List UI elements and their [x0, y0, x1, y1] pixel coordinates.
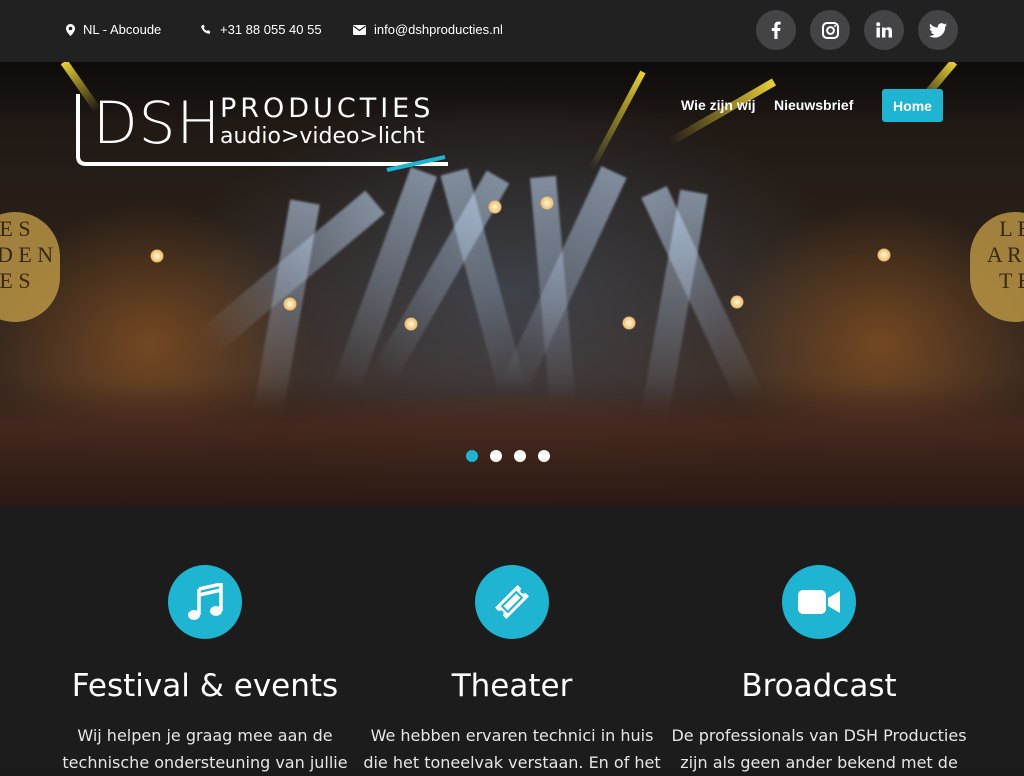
facebook-icon — [771, 21, 781, 39]
slider-dot-1[interactable] — [466, 450, 478, 462]
stage-lamp — [150, 249, 164, 263]
stage-banner-right: L E A R D T E — [970, 212, 1024, 322]
feature-title: Theater — [451, 668, 573, 704]
location-text: NL - Abcoude — [83, 22, 162, 37]
slider-dot-4[interactable] — [538, 450, 550, 462]
envelope-icon — [353, 24, 366, 35]
slider-dot-3[interactable] — [514, 450, 526, 462]
banner-text: E S — [0, 268, 31, 293]
nav-wie-zijn-wij[interactable]: Wie zijn wij — [681, 97, 756, 113]
twitter-icon — [929, 22, 947, 38]
stage-lamp — [622, 316, 636, 330]
map-pin-icon — [66, 23, 75, 36]
stage-lamp — [488, 200, 502, 214]
feature-text-line: We hebben ervaren technici in huis — [370, 726, 654, 745]
phone-icon — [201, 24, 211, 34]
stage-lamp — [877, 248, 891, 262]
banner-text: L E — [999, 216, 1024, 241]
location-info: NL - Abcoude — [66, 22, 161, 37]
nav-home[interactable]: Home — [882, 89, 943, 122]
ticket-icon — [495, 585, 529, 619]
phone-text[interactable]: +31 88 055 40 55 — [220, 22, 322, 37]
stage-lamp — [540, 196, 554, 210]
music-note-icon — [188, 583, 223, 620]
banner-text: R D E N — [0, 242, 54, 267]
feature-text-line: die het toneelvak verstaan. En of het — [363, 753, 661, 772]
banner-text: T E — [999, 268, 1024, 293]
instagram-icon — [821, 21, 839, 39]
logo-dsh: DSH — [93, 89, 222, 157]
feature-title: Festival & events — [71, 668, 339, 704]
logo-producties: PRODUCTIES — [220, 93, 435, 124]
twitter-button[interactable] — [918, 10, 958, 50]
feature-text-line: zijn als geen ander bekend met de — [680, 753, 958, 772]
stage-lamp — [283, 297, 297, 311]
email-info[interactable]: info@dshproducties.nl — [353, 22, 503, 37]
linkedin-button[interactable] — [864, 10, 904, 50]
video-camera-icon — [798, 590, 840, 614]
banner-text: E S — [0, 216, 31, 241]
services-section: Festival & events Wij helpen je graag me… — [0, 506, 1024, 772]
feature-icon-circle — [168, 565, 242, 639]
instagram-button[interactable] — [810, 10, 850, 50]
stage-lamp — [730, 295, 744, 309]
site-logo[interactable]: DSH PRODUCTIES audio>video>licht — [75, 94, 455, 174]
logo-tagline: audio>video>licht — [220, 124, 425, 149]
feature-icon-circle — [475, 565, 549, 639]
feature-text-line: De professionals van DSH Producties — [671, 726, 967, 745]
slider-dot-2[interactable] — [490, 450, 502, 462]
stage-lamp — [404, 317, 418, 331]
banner-text: A R D — [986, 242, 1024, 267]
crowd — [0, 386, 1024, 506]
nav-nieuwsbrief[interactable]: Nieuwsbrief — [774, 97, 853, 113]
email-text[interactable]: info@dshproducties.nl — [374, 22, 503, 37]
feature-title: Broadcast — [741, 668, 897, 704]
feature-text-line: technische ondersteuning van jullie — [62, 753, 348, 772]
facebook-button[interactable] — [756, 10, 796, 50]
phone-info[interactable]: +31 88 055 40 55 — [201, 22, 322, 37]
feature-text-line: Wij helpen je graag mee aan de — [77, 726, 333, 745]
linkedin-icon — [876, 22, 892, 38]
top-bar: NL - Abcoude +31 88 055 40 55 info@dshpr… — [0, 0, 1024, 62]
stage-banner-left: E S R D E N E S — [0, 212, 60, 322]
feature-icon-circle — [782, 565, 856, 639]
